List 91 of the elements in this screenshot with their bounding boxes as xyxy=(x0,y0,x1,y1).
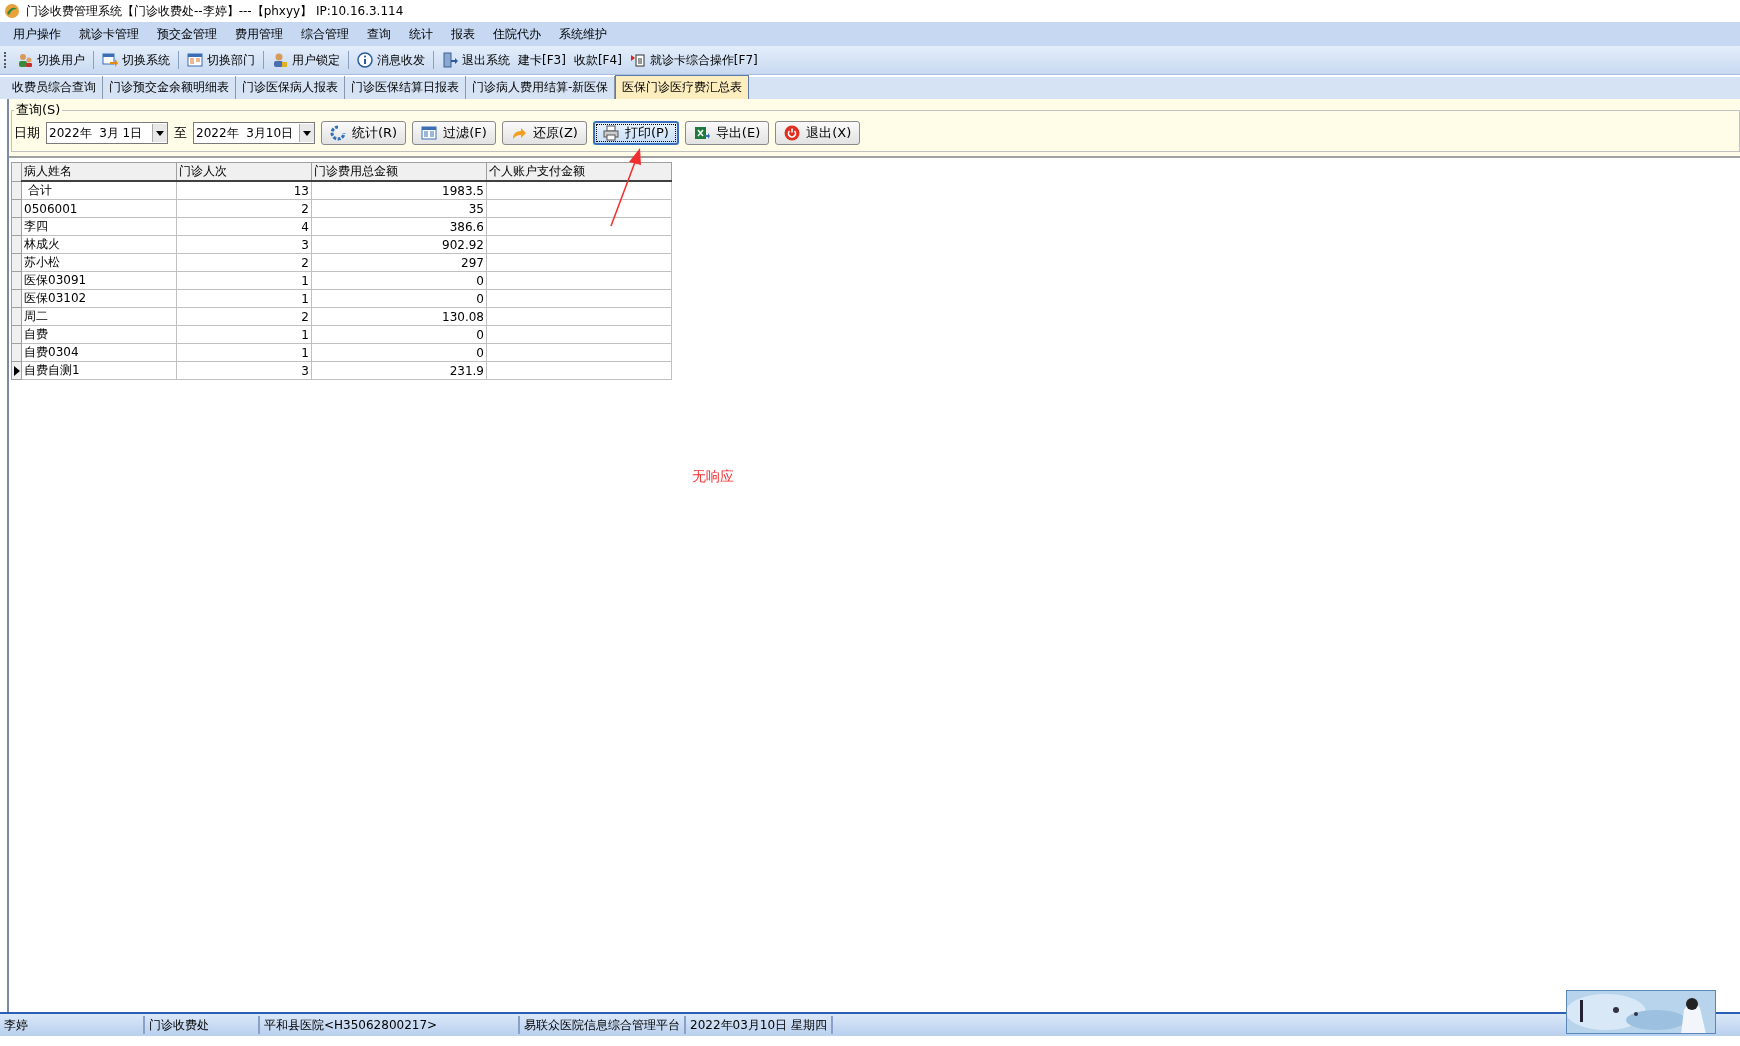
menu-item[interactable]: 预交金管理 xyxy=(148,25,226,43)
table-cell: 2 xyxy=(301,255,309,270)
date-field[interactable]: 2022年 3月10日 xyxy=(193,122,315,144)
users-icon xyxy=(17,52,33,68)
query-button[interactable]: 统计(R) xyxy=(321,121,407,145)
status-panel: 易联众医院信息综合管理平台 xyxy=(520,1016,686,1034)
table-cell: 2 xyxy=(301,309,309,324)
power-icon xyxy=(784,125,801,141)
menu-item[interactable]: 综合管理 xyxy=(292,25,358,43)
curved-arrow-icon xyxy=(510,125,527,141)
toolbar-button[interactable]: 退出系统 xyxy=(439,49,513,71)
query-button[interactable]: 打印(P) xyxy=(592,121,679,145)
status-panel: 门诊收费处 xyxy=(145,1016,260,1034)
grid-icon xyxy=(421,125,438,141)
toolbar-button[interactable]: 切换用户 xyxy=(14,49,88,71)
toolbar-button[interactable]: 用户锁定 xyxy=(269,49,343,71)
table-cell: 周二 xyxy=(24,309,48,323)
menu-item[interactable]: 统计 xyxy=(400,25,442,43)
report-tab[interactable]: 医保门诊医疗费汇总表 xyxy=(615,75,750,99)
column-header[interactable]: 病人姓名 xyxy=(21,162,177,181)
menu-item[interactable]: 报表 xyxy=(442,25,484,43)
toolbar-button[interactable]: 收款[F4] xyxy=(570,49,625,71)
table-cell: 0 xyxy=(476,273,484,288)
table-cell: 231.9 xyxy=(449,363,484,378)
user-lock-icon xyxy=(272,52,288,68)
table-cell: 林成火 xyxy=(24,237,60,251)
menu-item[interactable]: 就诊卡管理 xyxy=(70,25,148,43)
window-title: 门诊收费管理系统【门诊收费处--李婷】---【phxyy】 IP:10.16.3.114 xyxy=(26,2,404,20)
table-cell: 902.92 xyxy=(442,237,484,252)
toolbar-button[interactable]: 消息收发 xyxy=(354,49,428,71)
column-header[interactable]: 门诊费用总金额 xyxy=(311,162,487,181)
toolbar-button[interactable]: 切换部门 xyxy=(184,49,258,71)
table-cell: 0506001 xyxy=(24,201,78,216)
annotation-text: 无响应 xyxy=(692,468,734,486)
table-cell: 1983.5 xyxy=(442,183,484,198)
toolbar-button[interactable]: 切换系统 xyxy=(99,49,173,71)
status-panel: 李婷 xyxy=(0,1016,145,1034)
table-cell-text: 合计 xyxy=(26,183,52,197)
table-cell: 自费 xyxy=(24,327,48,341)
dropdown-icon xyxy=(152,124,167,142)
table-cell: 苏小松 xyxy=(24,255,60,269)
query-button[interactable]: 退出(X) xyxy=(775,121,861,145)
table-window-icon xyxy=(187,52,203,68)
table-cell: 1 xyxy=(301,273,309,288)
table-cell: 0 xyxy=(476,291,484,306)
column-header[interactable]: 门诊人次 xyxy=(176,162,312,181)
info-icon xyxy=(357,52,373,68)
menu-item[interactable]: 查询 xyxy=(358,25,400,43)
table-cell: 2 xyxy=(301,201,309,216)
table-cell: 3 xyxy=(301,363,309,378)
menu-item[interactable]: 住院代办 xyxy=(484,25,550,43)
table-cell: 297 xyxy=(461,255,484,270)
column-header[interactable]: 个人账户支付金额 xyxy=(486,162,672,181)
table-cell: 医保03102 xyxy=(24,291,87,305)
table-cell: 1 xyxy=(301,327,309,342)
document-icon xyxy=(629,52,646,68)
printer-icon xyxy=(602,125,619,141)
table-cell: 4 xyxy=(301,219,309,234)
table-cell: 0 xyxy=(476,327,484,342)
table-cell: 医保03091 xyxy=(24,273,87,287)
toolbar-button[interactable]: 就诊卡综合操作[F7] xyxy=(626,49,761,71)
status-panel: 2022年03月10日 星期四 xyxy=(686,1016,833,1034)
menu-item[interactable]: 费用管理 xyxy=(226,25,292,43)
query-button[interactable]: 还原(Z) xyxy=(501,121,587,145)
table-cell: 130.08 xyxy=(442,309,484,324)
table-cell: 李四 xyxy=(24,219,48,233)
date-field[interactable]: 2022年 3月 1日 xyxy=(46,122,168,144)
menu-item[interactable]: 系统维护 xyxy=(550,25,616,43)
date-label: 日期 xyxy=(14,124,40,142)
spreadsheet-icon xyxy=(693,125,710,141)
table-cell: 自费自测1 xyxy=(24,363,80,377)
refresh-icon xyxy=(330,125,346,141)
table-cell: 386.6 xyxy=(449,219,484,234)
dropdown-icon xyxy=(299,124,314,142)
table-cell: 1 xyxy=(301,291,309,306)
to-label: 至 xyxy=(174,124,187,142)
toolbar-button[interactable]: 建卡[F3] xyxy=(515,49,569,71)
group-title: 查询(S) xyxy=(15,101,62,119)
table-cell: 自费0304 xyxy=(24,345,79,359)
status-panel: 平和县医院<H35062800217> xyxy=(260,1016,520,1034)
table-cell: 0 xyxy=(476,345,484,360)
query-button[interactable]: 导出(E) xyxy=(684,121,770,145)
table-cell: 35 xyxy=(468,201,484,216)
table-cell: 3 xyxy=(301,237,309,252)
table-cell: 13 xyxy=(293,183,309,198)
menu-item[interactable]: 用户操作 xyxy=(4,25,70,43)
row-pointer-icon xyxy=(14,365,20,376)
app-logo-icon xyxy=(4,3,20,19)
door-exit-icon xyxy=(442,52,458,68)
query-button[interactable]: 过滤(F) xyxy=(412,121,496,145)
table-cell: 1 xyxy=(301,345,309,360)
